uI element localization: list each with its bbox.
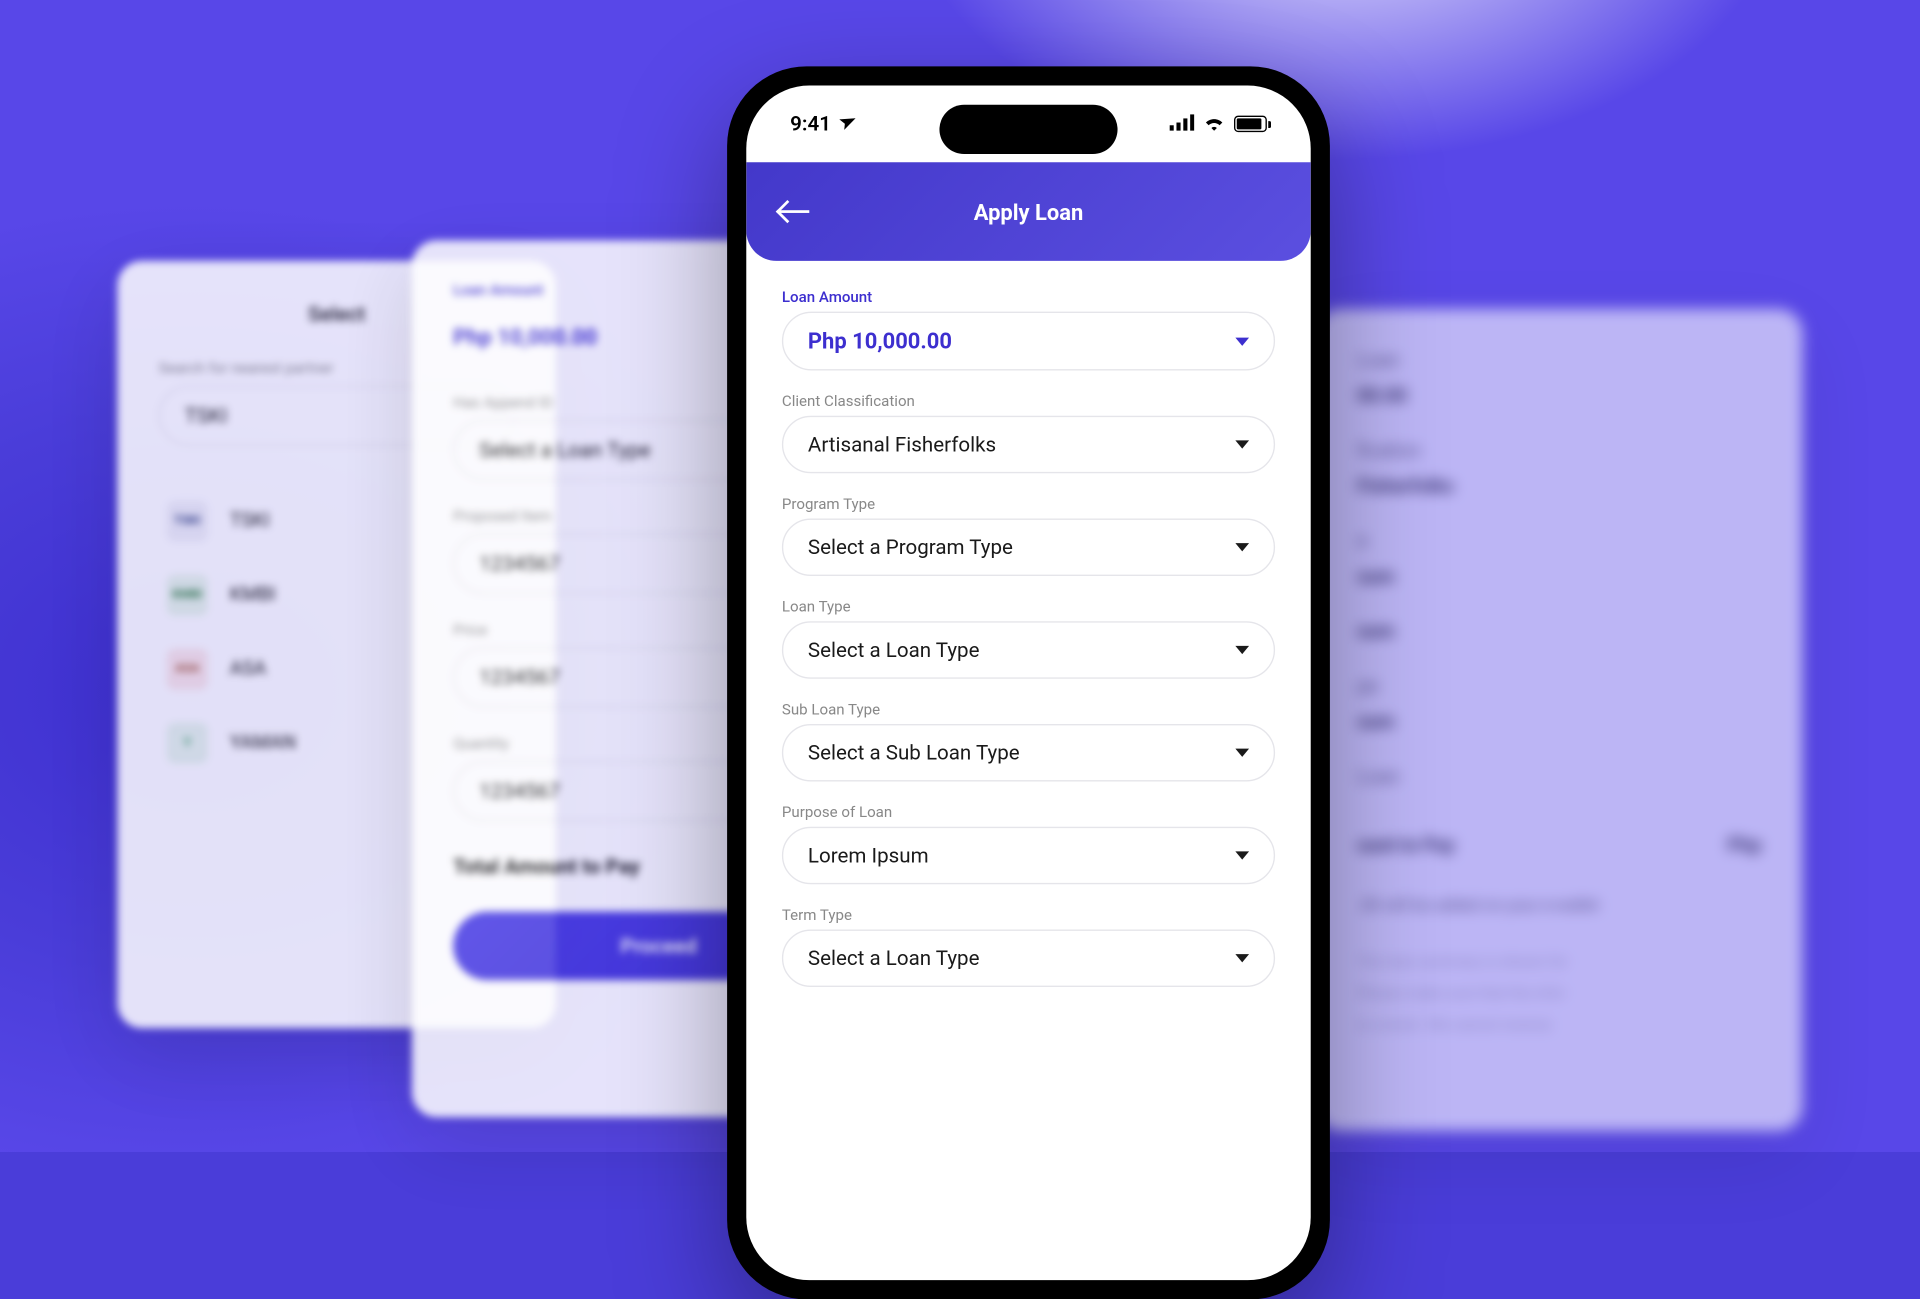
field-label: Purpose of Loan	[782, 803, 1275, 821]
signal-icon	[1170, 112, 1195, 137]
chevron-down-icon	[1235, 543, 1249, 551]
field-label: Loan Type	[782, 598, 1275, 616]
loan-amount-select[interactable]: Php 10,000.00	[782, 312, 1275, 371]
loan-amount-field: Loan Amount Php 10,000.00	[782, 288, 1275, 370]
phone-mockup: 9:41 Apply Loan	[727, 66, 1330, 1299]
partner-icon-kmbi: KMBI	[167, 575, 208, 616]
summary-total-label: ount to Pay	[1357, 835, 1454, 857]
battery-icon	[1234, 116, 1267, 132]
partner-icon-tski: TSKI	[167, 501, 208, 542]
chevron-down-icon	[1235, 646, 1249, 654]
term-type-field: Term Type Select a Loan Type	[782, 906, 1275, 987]
loan-type-field: Loan Type Select a Loan Type	[782, 598, 1275, 679]
field-label: Loan Amount	[782, 288, 1275, 306]
field-label: Sub Loan Type	[782, 701, 1275, 719]
sub-loan-type-field: Sub Loan Type Select a Sub Loan Type	[782, 701, 1275, 782]
partner-name: YAMAN	[230, 732, 296, 754]
chevron-down-icon	[1235, 337, 1249, 345]
phone-notch	[939, 105, 1117, 154]
chevron-down-icon	[1235, 851, 1249, 859]
search-value: TSKI	[185, 403, 228, 428]
partner-name: KMBI	[230, 584, 276, 606]
field-label: Program Type	[782, 495, 1275, 513]
summary-classification-label: fication	[1357, 440, 1761, 462]
term-type-select[interactable]: Select a Loan Type	[782, 929, 1275, 987]
summary-loan-label: Loan	[1357, 350, 1761, 372]
wifi-icon	[1202, 112, 1225, 137]
client-classification-select[interactable]: Artisanal Fisherfolks	[782, 416, 1275, 474]
status-time: 9:41	[790, 112, 831, 137]
loan-type-select[interactable]: Select a Loan Type	[782, 621, 1275, 679]
summary-amount: 00.00	[1357, 386, 1761, 408]
summary-total-value: Php	[1728, 835, 1762, 857]
chevron-down-icon	[1235, 440, 1249, 448]
field-label: Term Type	[782, 906, 1275, 924]
chevron-down-icon	[1235, 749, 1249, 757]
partner-icon-asa: ASA	[167, 649, 208, 690]
purpose-of-loan-select[interactable]: Lorem Ipsum	[782, 827, 1275, 885]
purpose-of-loan-field: Purpose of Loan Lorem Ipsum	[782, 803, 1275, 884]
program-type-field: Program Type Select a Program Type	[782, 495, 1275, 576]
partner-name: ASA	[230, 658, 266, 680]
sub-loan-type-select[interactable]: Select a Sub Loan Type	[782, 724, 1275, 782]
phone-screen: 9:41 Apply Loan	[746, 86, 1310, 1281]
partner-icon-yaman: Y	[167, 723, 208, 764]
page-title: Apply Loan	[746, 199, 1310, 225]
client-classification-field: Client Classification Artisanal Fisherfo…	[782, 392, 1275, 473]
summary-card: Loan 00.00 fication Fisherfolks e sum su…	[1316, 309, 1802, 1131]
chevron-down-icon	[1235, 954, 1249, 962]
field-label: Client Classification	[782, 392, 1275, 410]
program-type-select[interactable]: Select a Program Type	[782, 518, 1275, 576]
location-icon	[833, 109, 858, 138]
partner-name: TSKI	[230, 510, 270, 532]
summary-classification: Fisherfolks	[1357, 476, 1761, 498]
stage: Select Search for nearest partner TSKI T…	[1, 1, 1919, 1152]
app-header: Apply Loan	[746, 162, 1310, 261]
apply-loan-form: Loan Amount Php 10,000.00 Client Classif…	[746, 261, 1310, 1036]
